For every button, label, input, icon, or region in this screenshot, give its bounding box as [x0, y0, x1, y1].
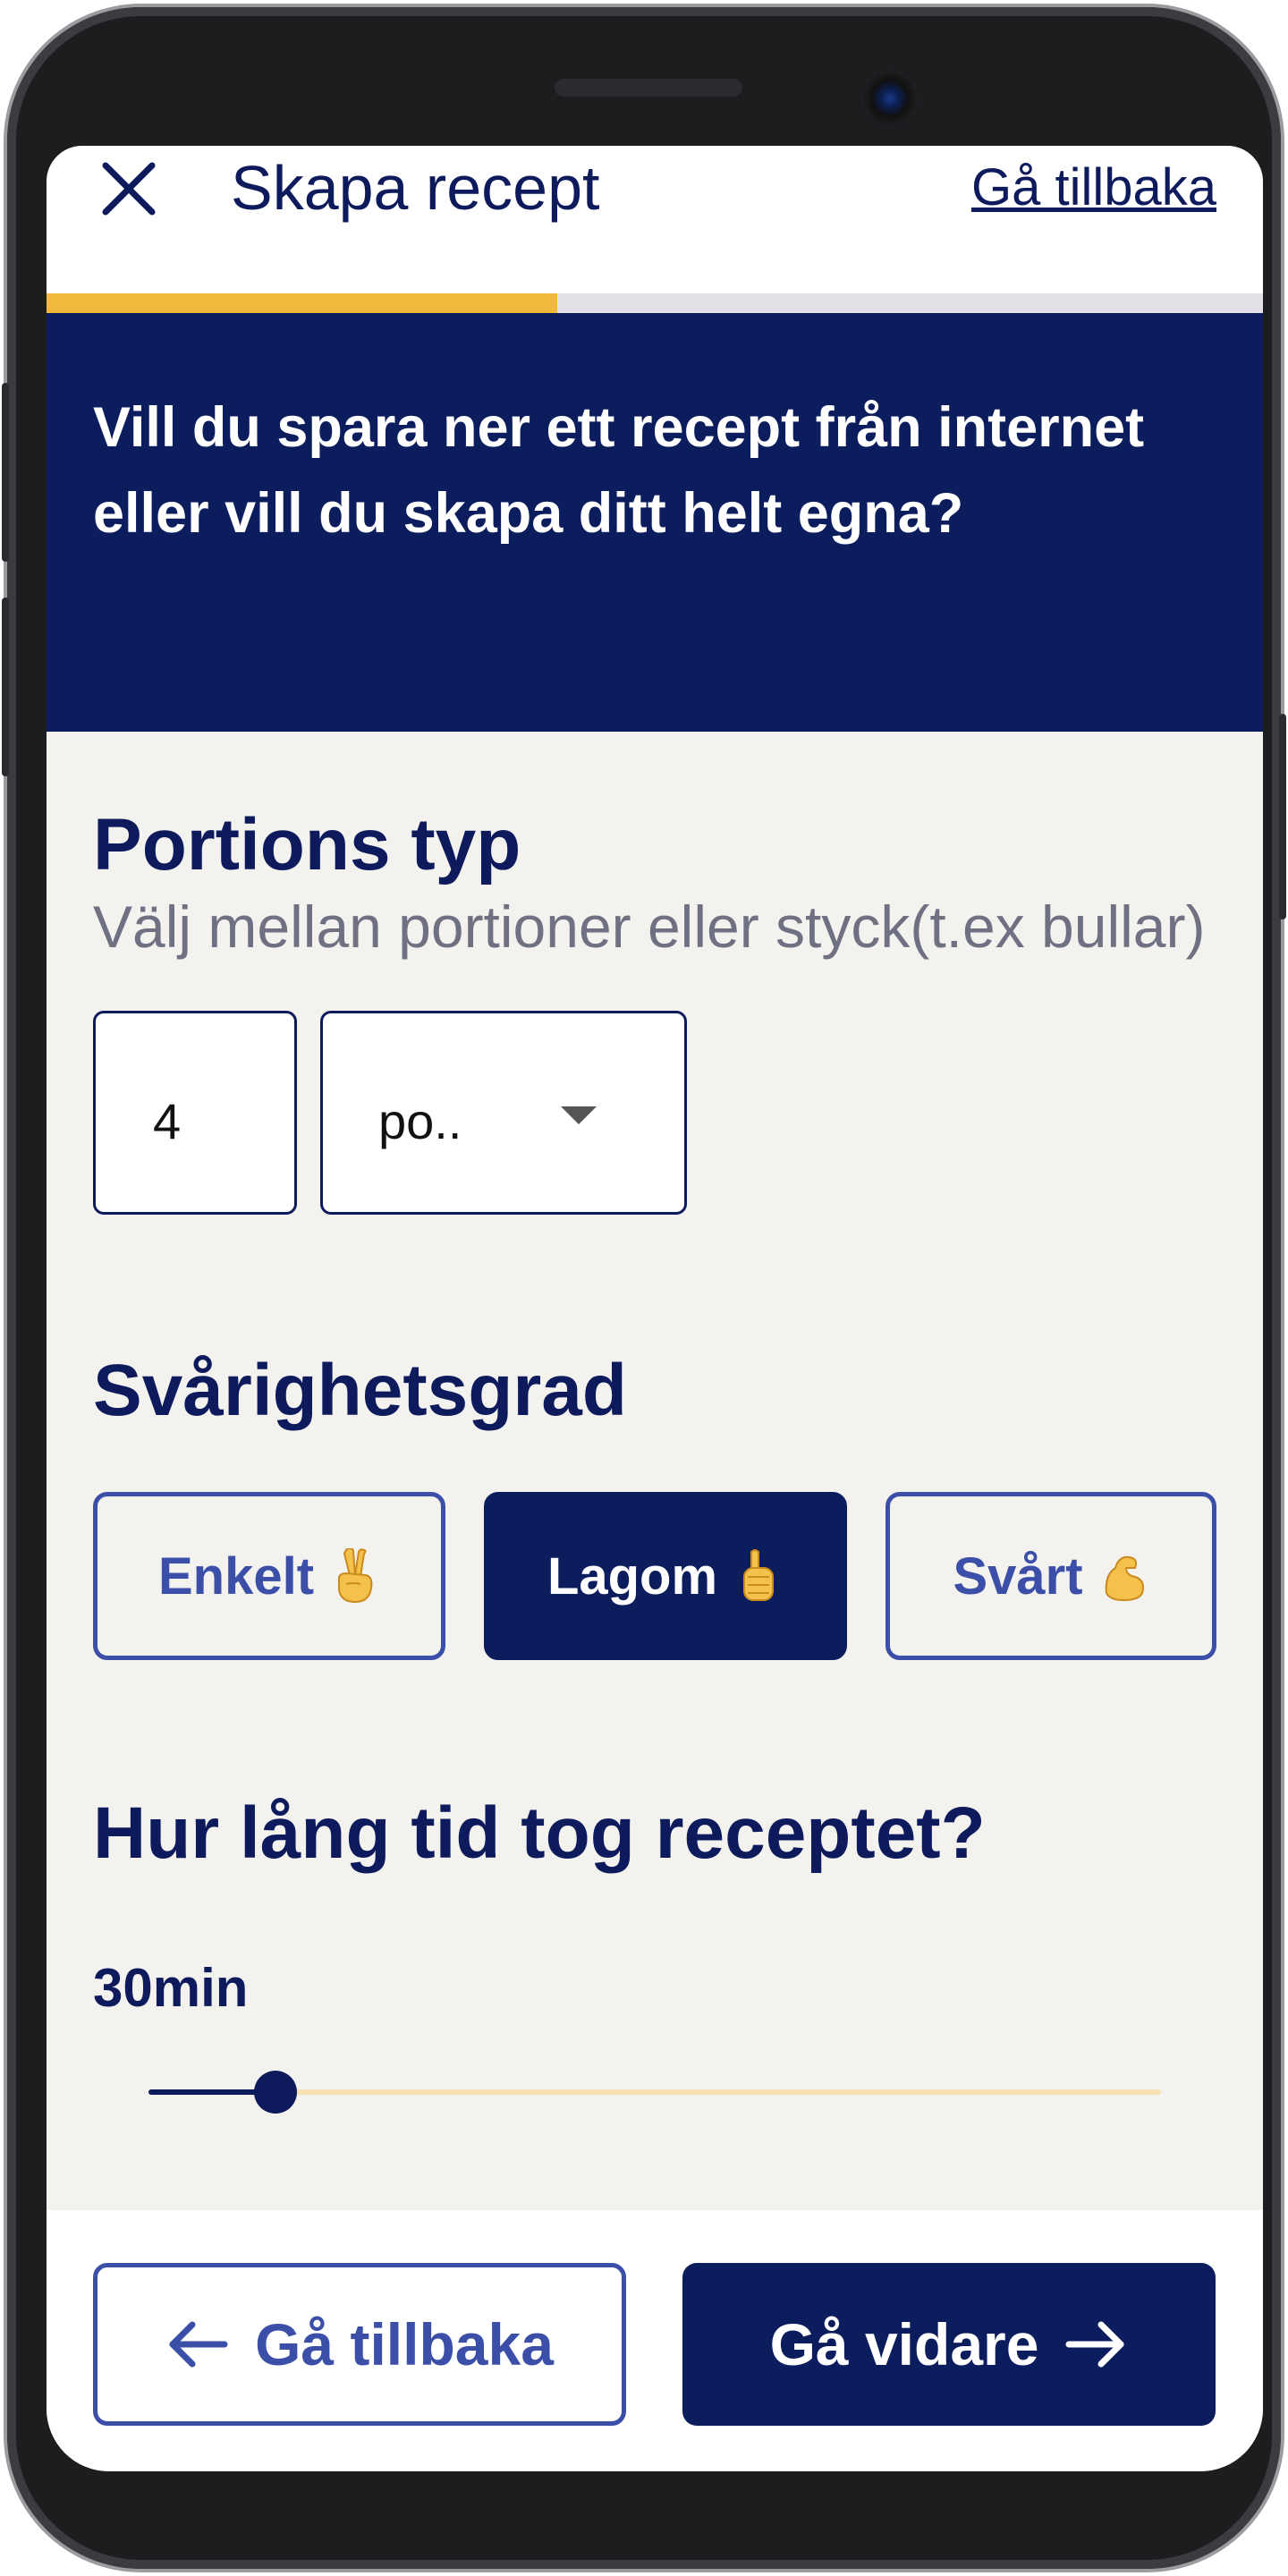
back-button[interactable]: Gå tillbaka	[93, 2263, 626, 2426]
difficulty-option-svart[interactable]: Svårt	[886, 1492, 1216, 1660]
difficulty-heading: Svårighetsgrad	[93, 1350, 627, 1431]
portion-quantity-input[interactable]: 4	[93, 1011, 297, 1215]
victory-hand-icon	[330, 1548, 380, 1604]
header-back-link[interactable]: Gå tillbaka	[971, 148, 1216, 228]
top-bar: Skapa recept Gå tillbaka	[47, 146, 1263, 293]
difficulty-option-label: Enkelt	[157, 1546, 315, 1606]
phone-frame: Skapa recept Gå tillbaka Vill du spara n…	[2, 7, 1286, 2569]
time-heading: Hur lång tid tog receptet?	[93, 1792, 986, 1874]
front-camera	[861, 70, 919, 127]
difficulty-option-label: Svårt	[953, 1546, 1083, 1606]
next-button[interactable]: Gå vidare	[682, 2263, 1216, 2426]
difficulty-option-label: Lagom	[547, 1546, 718, 1606]
difficulty-option-enkelt[interactable]: Enkelt	[93, 1492, 445, 1660]
volume-button	[2, 597, 9, 776]
banner-text: Vill du spara ner ett recept från intern…	[93, 396, 1145, 545]
portion-quantity-value: 4	[153, 1093, 182, 1149]
arrow-left-icon	[165, 2318, 230, 2371]
difficulty-option-lagom[interactable]: Lagom	[484, 1492, 847, 1660]
app-screen: Skapa recept Gå tillbaka Vill du spara n…	[47, 146, 1263, 2471]
portions-description: Välj mellan portioner eller styck(t.ex b…	[93, 894, 1206, 960]
thumbs-up-icon	[733, 1548, 784, 1604]
chevron-down-icon	[561, 1106, 597, 1124]
progress-bar-fill	[47, 293, 558, 313]
earpiece-speaker	[555, 79, 742, 97]
volume-button	[2, 383, 9, 562]
time-value: 30min	[93, 1958, 249, 2018]
info-banner: Vill du spara ner ett recept från intern…	[47, 313, 1263, 732]
back-button-label: Gå tillbaka	[255, 2311, 554, 2377]
flexed-biceps-icon	[1099, 1548, 1149, 1604]
portion-unit-select[interactable]: po..	[320, 1011, 687, 1215]
page-title: Skapa recept	[231, 153, 600, 223]
power-button	[1279, 714, 1286, 919]
time-slider-thumb[interactable]	[253, 2071, 297, 2114]
progress-bar	[47, 293, 1263, 313]
arrow-right-icon	[1063, 2318, 1128, 2371]
time-slider[interactable]	[148, 2071, 1161, 2114]
portion-unit-value: po..	[378, 1093, 462, 1149]
portions-heading: Portions typ	[93, 804, 521, 886]
close-icon[interactable]	[93, 153, 165, 225]
next-button-label: Gå vidare	[769, 2311, 1039, 2377]
